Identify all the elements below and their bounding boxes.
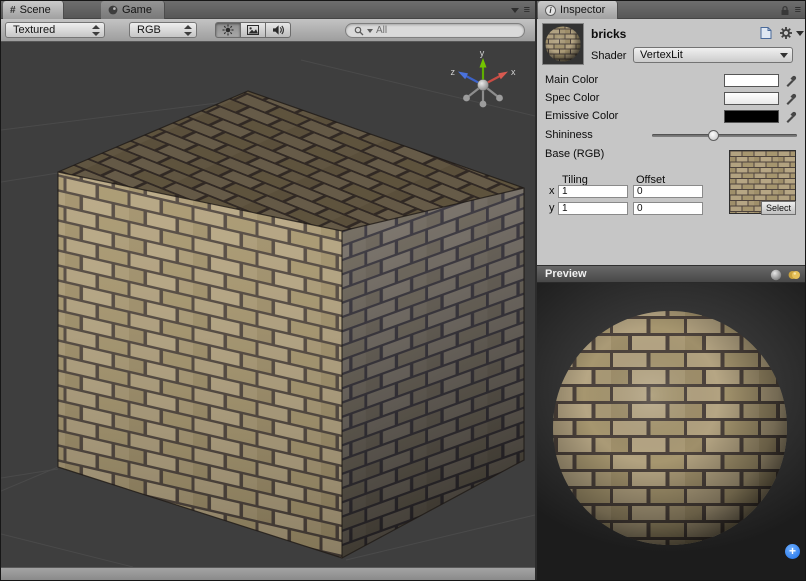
search-icon	[354, 26, 364, 36]
main-color-swatch[interactable]	[724, 74, 779, 87]
shader-value: VertexLit	[640, 49, 683, 61]
scene-viewport[interactable]: y x z	[1, 42, 535, 567]
gizmo-gray-axis[interactable]	[463, 95, 470, 102]
inspector-tabbar: i Inspector ≡	[537, 1, 806, 19]
tab-scene[interactable]: # Scene	[3, 1, 64, 19]
draw-mode-value: Textured	[13, 24, 55, 36]
shader-label: Shader	[591, 50, 626, 62]
tab-inspector-label: Inspector	[560, 4, 605, 16]
shininess-slider-thumb[interactable]	[708, 130, 719, 141]
speaker-icon	[271, 24, 285, 36]
search-text: All	[376, 25, 387, 36]
scene-grid-icon: #	[10, 5, 16, 16]
gear-dropdown-caret-icon[interactable]	[796, 31, 804, 36]
cube-right-shading	[342, 188, 524, 558]
sun-icon	[221, 24, 235, 36]
material-inspector: bricks Shader VertexLit M	[537, 19, 806, 265]
offset-y-field[interactable]	[633, 202, 703, 215]
preview-header[interactable]: Preview	[537, 265, 806, 283]
main-color-eyedropper-icon[interactable]	[784, 74, 797, 88]
material-preview[interactable]: +	[537, 283, 806, 580]
gizmo-x-axis[interactable]	[498, 72, 508, 80]
tiling-y-field[interactable]	[558, 202, 628, 215]
gizmo-y-label: y	[480, 48, 485, 58]
inspector-pane: i Inspector ≡	[537, 1, 806, 580]
lock-icon[interactable]	[780, 5, 790, 16]
shininess-label: Shininess	[545, 128, 593, 143]
image-icon	[246, 24, 260, 36]
emissive-color-swatch[interactable]	[724, 110, 779, 123]
shader-caret-icon	[780, 53, 788, 58]
tab-inspector[interactable]: i Inspector	[538, 1, 618, 19]
gizmo-gray-axis[interactable]	[480, 101, 487, 108]
panel-dropdown-icon[interactable]	[511, 8, 519, 13]
tiling-x-field[interactable]	[558, 185, 628, 198]
cube-left-shading	[58, 172, 342, 558]
inspector-menu-icon[interactable]: ≡	[795, 3, 801, 17]
emissive-color-eyedropper-icon[interactable]	[784, 110, 797, 124]
tiling-y-label: y	[549, 202, 555, 214]
preview-sphere-toggle-icon[interactable]	[770, 269, 782, 281]
color-mode-dropdown[interactable]: RGB	[129, 22, 197, 38]
tab-scene-label: Scene	[20, 4, 51, 16]
audio-toggle-button[interactable]	[265, 22, 291, 38]
unity-editor-window: # Scene Game ≡ Textured RGB	[0, 0, 806, 581]
dropdown-updown-icon	[184, 25, 192, 36]
material-name: bricks	[591, 27, 626, 41]
game-icon	[108, 5, 118, 15]
shader-dropdown[interactable]: VertexLit	[633, 47, 793, 63]
gizmo-center[interactable]	[478, 80, 489, 91]
skybox-toggle-button[interactable]	[240, 22, 266, 38]
scene-3d-canvas[interactable]: y x z	[1, 42, 535, 567]
scene-tabbar: # Scene Game ≡	[1, 1, 535, 19]
color-mode-value: RGB	[137, 24, 161, 36]
scene-pane: # Scene Game ≡ Textured RGB	[1, 1, 535, 580]
lighting-toggle-button[interactable]	[215, 22, 241, 38]
shininess-slider-track[interactable]	[652, 134, 797, 137]
gizmo-z-label: z	[451, 67, 456, 77]
preview-light-toggle-icon[interactable]	[788, 269, 800, 281]
info-icon: i	[545, 5, 556, 16]
base-texture-label: Base (RGB)	[545, 147, 604, 162]
scene-toolbar: Textured RGB	[1, 19, 535, 42]
base-texture-thumbnail[interactable]: Select	[729, 150, 796, 214]
draw-mode-dropdown[interactable]: Textured	[5, 22, 105, 38]
search-filter-caret-icon[interactable]	[367, 29, 373, 33]
gizmo-x-label: x	[511, 67, 516, 77]
gizmo-gray-axis[interactable]	[496, 95, 503, 102]
preview-title: Preview	[545, 268, 587, 280]
preview-sphere-canvas	[537, 283, 806, 580]
tiling-x-label: x	[549, 185, 555, 197]
spec-color-label: Spec Color	[545, 91, 599, 106]
offset-x-field[interactable]	[633, 185, 703, 198]
emissive-color-label: Emissive Color	[545, 109, 618, 124]
gear-icon[interactable]	[779, 26, 793, 40]
help-icon[interactable]	[759, 26, 773, 40]
tab-game[interactable]: Game	[101, 1, 165, 19]
preview-sphere-shading	[553, 311, 787, 545]
spec-color-swatch[interactable]	[724, 92, 779, 105]
material-thumbnail[interactable]	[542, 23, 584, 65]
preview-plus-button[interactable]: +	[785, 544, 800, 559]
dropdown-updown-icon	[92, 25, 100, 36]
main-color-label: Main Color	[545, 73, 598, 88]
brick-cube[interactable]	[58, 91, 524, 558]
spec-color-eyedropper-icon[interactable]	[784, 92, 797, 106]
window-bottom-strip	[1, 567, 535, 580]
gizmo-z-axis[interactable]	[458, 72, 468, 80]
search-field[interactable]: All	[345, 23, 525, 38]
texture-select-button[interactable]: Select	[761, 201, 796, 215]
gizmo-y-axis[interactable]	[480, 58, 487, 68]
tab-game-label: Game	[122, 4, 152, 16]
panel-menu-icon[interactable]: ≡	[524, 3, 530, 17]
